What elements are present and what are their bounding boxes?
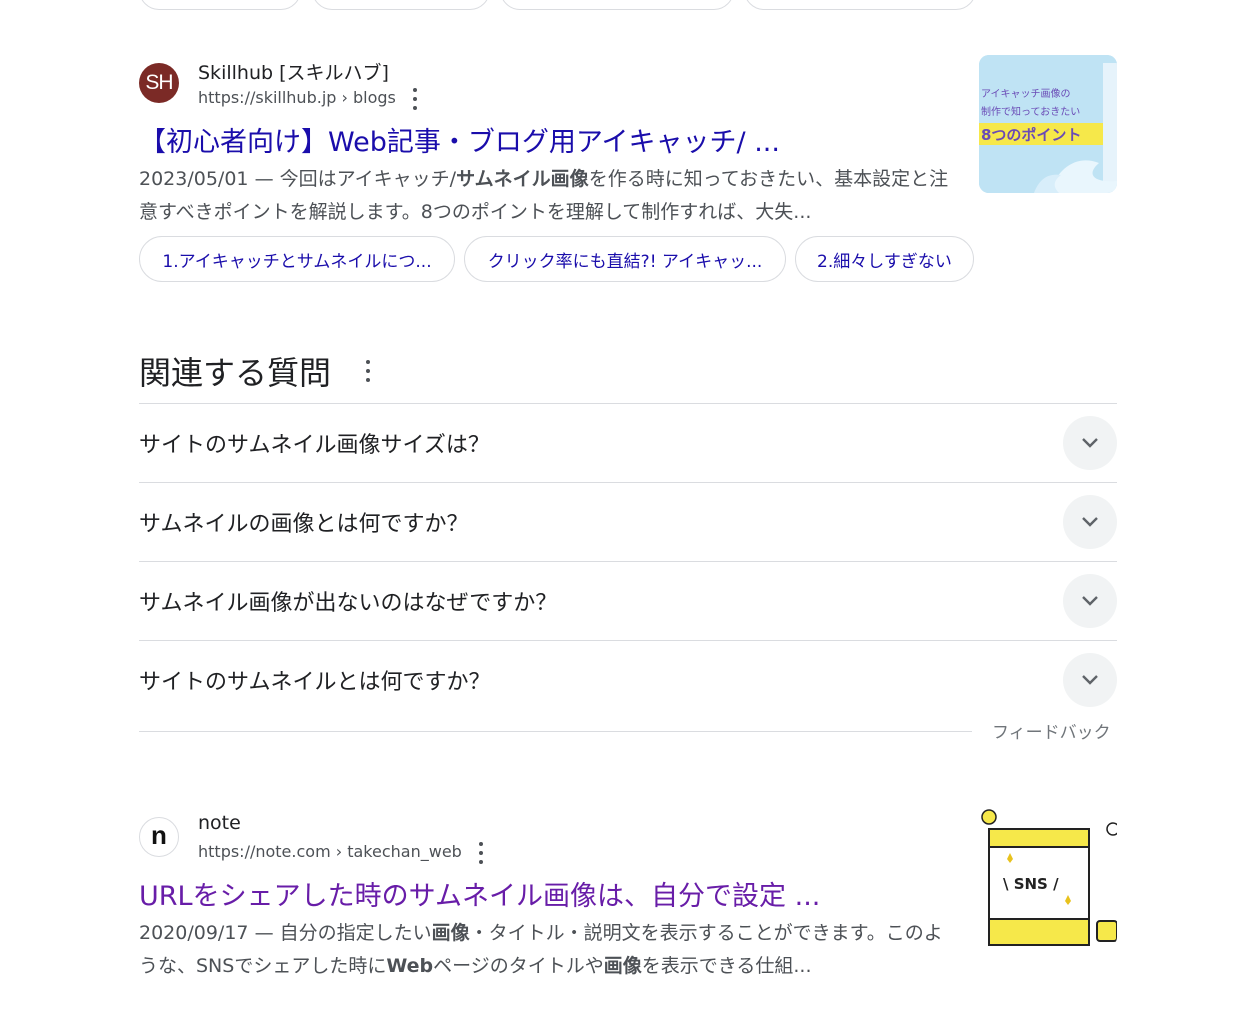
prev-sitelink-1[interactable] — [139, 0, 301, 10]
skillhub-favicon: SH — [139, 63, 179, 103]
question-4[interactable]: サイトのサムネイルとは何ですか？ — [139, 664, 491, 696]
question-3[interactable]: サムネイル画像が出ないのはなぜですか？ — [139, 585, 557, 617]
feedback-link[interactable]: フィードバック — [992, 718, 1111, 743]
site-name[interactable]: Skillhub [スキルハブ] — [198, 58, 389, 85]
result-snippet: 2020/09/17 — 自分の指定したい画像・タイトル・説明文を表示することが… — [139, 922, 943, 977]
question-2[interactable]: サムネイルの画像とは何ですか？ — [139, 506, 469, 538]
result-thumbnail[interactable]: アイキャッチ画像の 制作で知っておきたい 8つのポイント — [979, 55, 1117, 193]
site-name[interactable]: note — [198, 812, 241, 834]
prev-sitelink-2[interactable] — [312, 0, 490, 10]
feedback-divider — [139, 731, 972, 732]
result-thumbnail[interactable]: \ SNS / — [979, 809, 1117, 947]
result-title-link[interactable]: URLをシェアした時のサムネイル画像は、自分で設定 ... — [139, 874, 820, 913]
more-options-icon[interactable] — [476, 842, 486, 864]
chevron-down-icon[interactable] — [1063, 574, 1117, 628]
sitelink-3[interactable]: 2.細々しすぎない — [795, 236, 974, 282]
prev-sitelink-3[interactable] — [500, 0, 734, 10]
result-snippet: 2023/05/01 — 今回はアイキャッチ/サムネイル画像を作る時に知っておき… — [139, 168, 949, 223]
related-questions-heading: 関連する質問 — [139, 354, 332, 392]
note-favicon: n — [139, 817, 179, 857]
svg-text:8つのポイント: 8つのポイント — [981, 126, 1081, 144]
divider — [139, 482, 1117, 483]
svg-text:アイキャッチ画像の: アイキャッチ画像の — [981, 88, 1071, 100]
svg-text:制作で知っておきたい: 制作で知っておきたい — [981, 105, 1080, 118]
chevron-down-icon[interactable] — [1063, 653, 1117, 707]
site-url[interactable]: https://note.com › takechan_web — [198, 842, 462, 861]
svg-text:\ SNS /: \ SNS / — [1003, 875, 1059, 893]
question-1[interactable]: サイトのサムネイル画像サイズは？ — [139, 427, 490, 459]
snippet-date: 2020/09/17 — [139, 922, 249, 944]
sitelink-2[interactable]: クリック率にも直結?! アイキャッ... — [464, 236, 786, 282]
sns-thumbnail-image: \ SNS / — [979, 809, 1117, 947]
chevron-down-icon[interactable] — [1063, 416, 1117, 470]
prev-sitelink-4[interactable] — [744, 0, 976, 10]
eyecatch-thumbnail-image: アイキャッチ画像の 制作で知っておきたい 8つのポイント — [979, 55, 1117, 193]
more-options-icon[interactable] — [410, 88, 420, 110]
divider — [139, 640, 1117, 641]
result-title-link[interactable]: 【初心者向け】Web記事・ブログ用アイキャッチ/ ... — [139, 120, 780, 159]
related-questions-more-icon[interactable] — [363, 360, 373, 382]
site-url[interactable]: https://skillhub.jp › blogs — [198, 88, 396, 107]
divider — [139, 403, 1117, 404]
chevron-down-icon[interactable] — [1063, 495, 1117, 549]
snippet-date: 2023/05/01 — [139, 168, 249, 190]
divider — [139, 561, 1117, 562]
sitelink-1[interactable]: 1.アイキャッチとサムネイルにつ... — [139, 236, 455, 282]
